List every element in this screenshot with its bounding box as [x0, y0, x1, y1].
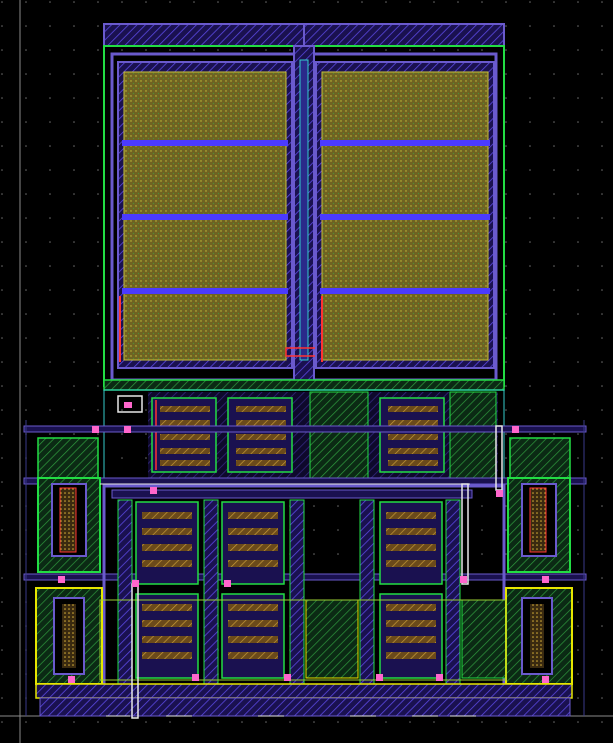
rail-lower[interactable] [23, 573, 587, 581]
lower-transistor-2a[interactable] [221, 501, 285, 585]
gate-strap-5[interactable] [445, 499, 461, 685]
resistor-right[interactable] [507, 477, 571, 573]
right-guard-upper[interactable] [509, 437, 571, 479]
lower-transistor-3b[interactable] [379, 593, 443, 679]
layout-canvas[interactable] [0, 0, 613, 743]
gate-strap-3[interactable] [289, 499, 305, 685]
mid-dummy-block[interactable] [309, 391, 369, 479]
capacitor-right[interactable] [315, 61, 495, 369]
lower-transistor-3a[interactable] [379, 501, 443, 585]
lower-dummy-block[interactable] [305, 599, 359, 679]
bottom-bus-lower[interactable] [39, 697, 571, 717]
gate-strap-2[interactable] [203, 499, 219, 685]
gate-strap-1[interactable] [117, 499, 133, 685]
mid-transistor-1[interactable] [151, 397, 217, 473]
capacitor-left[interactable] [117, 61, 293, 369]
lower-array-bus[interactable] [111, 489, 473, 499]
gate-strap-4[interactable] [359, 499, 375, 685]
resistor-left[interactable] [37, 477, 101, 573]
mid-transistor-3[interactable] [379, 397, 445, 473]
lower-transistor-1b[interactable] [135, 593, 199, 679]
resistor-bottom-right[interactable] [505, 587, 573, 685]
lower-transistor-2b[interactable] [221, 593, 285, 679]
middle-bus[interactable] [103, 379, 505, 391]
left-guard-upper[interactable] [37, 437, 99, 479]
lower-dummy-block-right[interactable] [461, 599, 507, 679]
bottom-bus[interactable] [35, 683, 573, 699]
mid-transistor-2[interactable] [227, 397, 293, 473]
mid-dummy-block-right[interactable] [449, 391, 497, 479]
lower-transistor-1a[interactable] [135, 501, 199, 585]
resistor-bottom-left[interactable] [35, 587, 103, 685]
